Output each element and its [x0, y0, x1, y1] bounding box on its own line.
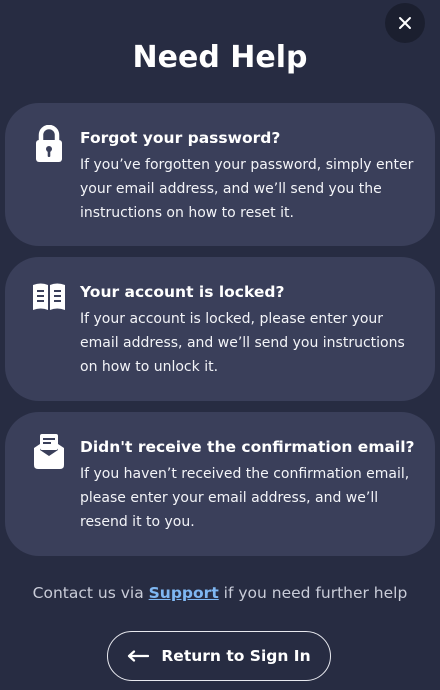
close-button[interactable] [385, 3, 425, 43]
close-icon [399, 17, 411, 29]
card-description: If your account is locked, please enter … [80, 311, 405, 375]
card-title: Forgot your password? [80, 129, 281, 147]
lock-icon [29, 125, 69, 165]
dialog-title: Need Help [132, 40, 308, 75]
contact-text: Contact us via Support if you need furth… [0, 581, 440, 605]
contact-prefix: Contact us via [32, 584, 149, 602]
card-description: If you’ve forgotten your password, simpl… [80, 157, 414, 221]
contact-suffix: if you need further help [218, 584, 408, 602]
forgot-password-card[interactable]: Forgot your password? If you’ve forgotte… [5, 103, 435, 246]
arrow-left-icon [128, 650, 150, 662]
support-link[interactable]: Support [149, 584, 219, 602]
mail-tray-icon [29, 432, 69, 472]
card-description: If you haven’t received the confirmation… [80, 466, 410, 530]
return-button-label: Return to Sign In [161, 647, 311, 665]
account-locked-card[interactable]: Your account is locked? If your account … [5, 257, 435, 401]
card-title: Your account is locked? [80, 283, 285, 301]
return-to-sign-in-button[interactable]: Return to Sign In [107, 631, 331, 681]
card-title: Didn't receive the confirmation email? [80, 438, 415, 456]
confirmation-email-card[interactable]: Didn't receive the confirmation email? I… [5, 412, 435, 556]
book-icon [29, 281, 69, 321]
